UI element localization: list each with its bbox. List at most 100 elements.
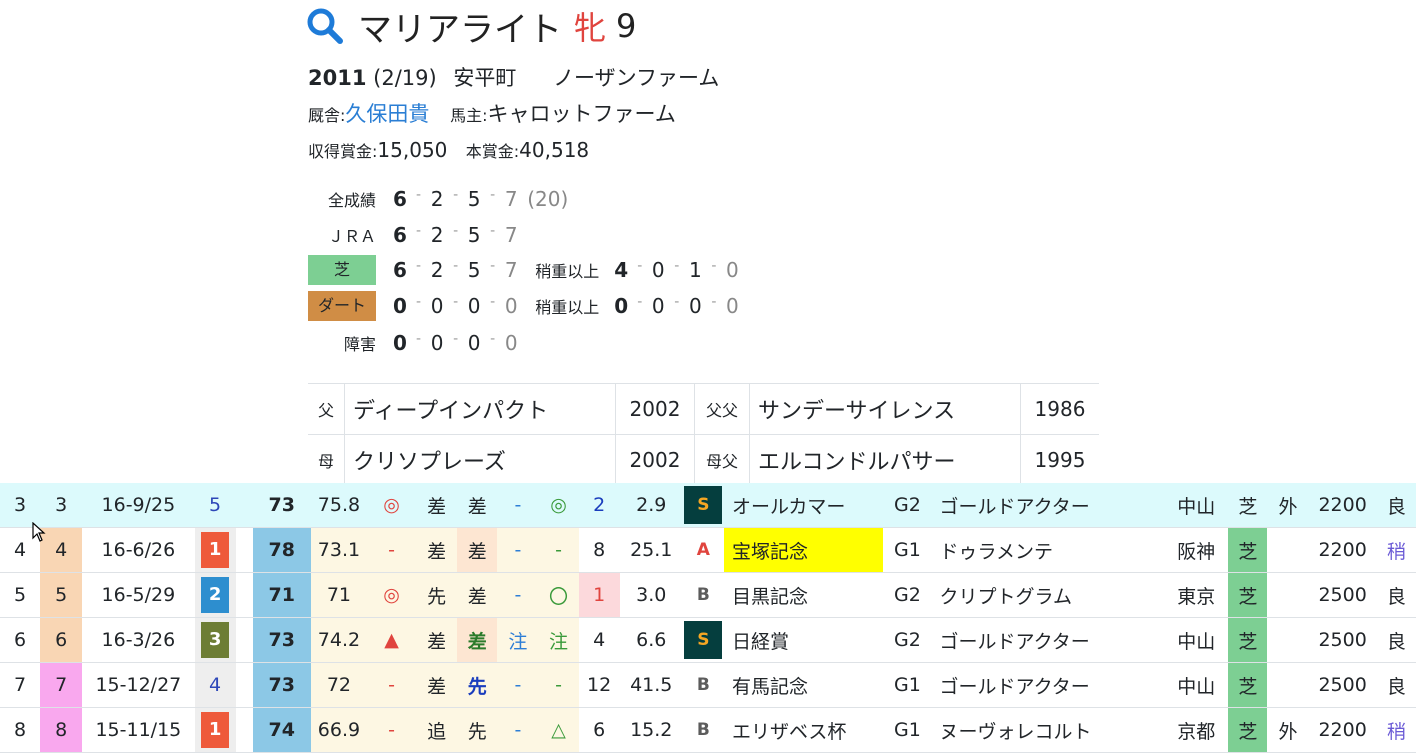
main-prize-label: 本賞金: [465, 142, 520, 161]
gate-number: 7 [40, 662, 83, 708]
owner-label: 馬主: [450, 106, 488, 125]
race-no: 8 [0, 707, 41, 753]
going: 稍 [1376, 707, 1416, 753]
record-num: 0 [726, 258, 739, 282]
gate-number: 8 [40, 707, 83, 753]
prize-info: 収得賞金:15,050 本賞金:40,518 [308, 138, 589, 162]
record-num: 0 [430, 331, 444, 355]
race-grade: G1 [883, 707, 932, 753]
mouse-cursor-icon [32, 522, 46, 542]
race-name-link[interactable]: 有馬記念 [723, 662, 884, 708]
spacer [235, 707, 253, 753]
record-num: 5 [467, 187, 481, 211]
speed-index: 74 [252, 707, 311, 753]
popularity: 1 [578, 572, 620, 618]
record-jra: ＪＲＡ 6- 2- 5- 7 [308, 219, 523, 251]
sire-name[interactable]: ディープインパクト [344, 383, 616, 435]
winner-link[interactable]: ドゥラメンテ [931, 527, 1165, 573]
finish-position: 2 [201, 577, 230, 613]
prediction-mark: ▲ [367, 617, 417, 663]
race-name-link[interactable]: オールカマー [723, 483, 884, 528]
score: 72 [310, 662, 367, 708]
speed-index: 73 [252, 483, 311, 528]
dam-year: 2002 [615, 434, 695, 485]
speed-index: 73 [252, 662, 311, 708]
dam-name[interactable]: クリソプレーズ [344, 434, 616, 485]
race-date: 15-12/27 [82, 662, 195, 708]
winner-link[interactable]: ゴールドアクター [931, 483, 1165, 528]
inner-outer [1267, 617, 1309, 663]
sire-sire-year: 1986 [1020, 383, 1099, 435]
course: 中山 [1164, 662, 1229, 708]
surface: 芝 [1228, 662, 1268, 708]
record-all: 全成績 6- 2- 5- 7 (20) [308, 183, 568, 215]
winner-link[interactable]: ゴールドアクター [931, 617, 1165, 663]
running-style-2: 差 [457, 617, 498, 663]
record-num: 0 [726, 294, 739, 318]
comment-2: - [538, 662, 579, 708]
race-grade: G2 [883, 617, 932, 663]
race-row[interactable]: 5 5 16-5/29 2 71 71 ◎ 先 差 - 〇 1 3.0 B 目黒… [0, 572, 1416, 618]
inner-outer [1267, 572, 1309, 618]
race-date: 15-11/15 [82, 707, 195, 753]
odds: 2.9 [619, 483, 683, 528]
comment-2: 〇 [538, 572, 579, 618]
odds: 3.0 [619, 572, 683, 618]
going: 良 [1376, 483, 1416, 528]
race-row[interactable]: 6 6 16-3/26 3 73 74.2 ▲ 差 差 注 注 4 6.6 S … [0, 617, 1416, 663]
race-date: 16-5/29 [82, 572, 195, 618]
race-row[interactable]: 7 7 15-12/27 4 73 72 - 差 先 - - 12 41.5 B… [0, 662, 1416, 708]
winner-link[interactable]: ヌーヴォレコルト [931, 707, 1165, 753]
odds: 41.5 [619, 662, 683, 708]
comment-2: △ [538, 707, 579, 753]
race-name-link[interactable]: 宝塚記念 [723, 527, 884, 573]
race-no: 7 [0, 662, 41, 708]
spacer [235, 483, 253, 528]
race-row[interactable]: 8 8 15-11/15 1 74 66.9 - 追 先 - △ 6 15.2 … [0, 707, 1416, 753]
turf-label: 芝 [308, 255, 376, 285]
horse-sex: 牝 [574, 9, 607, 47]
race-grade: G2 [883, 572, 932, 618]
trainer-link[interactable]: 久保田貴 [345, 102, 429, 126]
dam-sire-label: 母父 [694, 434, 750, 485]
record-num: 1 [688, 258, 702, 282]
comment-2: ◎ [538, 483, 579, 528]
horse-name: マリアライト [358, 9, 562, 50]
going: 良 [1376, 662, 1416, 708]
race-name-link[interactable]: 目黒記念 [723, 572, 884, 618]
comment-1: - [497, 572, 539, 618]
race-row[interactable]: 3 3 16-9/25 5 73 75.8 ◎ 差 差 - ◎ 2 2.9 S … [0, 483, 1416, 528]
odds: 6.6 [619, 617, 683, 663]
score: 74.2 [310, 617, 367, 663]
winner-link[interactable]: ゴールドアクター [931, 662, 1165, 708]
record-num: 7 [504, 187, 518, 211]
earned-prize-label: 収得賞金: [308, 142, 378, 161]
score: 66.9 [310, 707, 367, 753]
popularity: 4 [578, 617, 620, 663]
winner-link[interactable]: クリプトグラム [931, 572, 1165, 618]
race-row[interactable]: 4 4 16-6/26 1 78 73.1 - 差 差 - - 8 25.1 A… [0, 527, 1416, 573]
sire-sire-name[interactable]: サンデーサイレンス [749, 383, 1021, 435]
search-icon[interactable] [306, 7, 344, 45]
dam-sire-name[interactable]: エルコンドルパサー [749, 434, 1021, 485]
race-name-link[interactable]: 日経賞 [723, 617, 884, 663]
race-level-badge: A [696, 540, 710, 560]
comment-2: - [538, 527, 579, 573]
inner-outer [1267, 662, 1309, 708]
record-num: 0 [651, 258, 665, 282]
distance: 2200 [1308, 707, 1377, 753]
odds: 15.2 [619, 707, 683, 753]
popularity: 12 [578, 662, 620, 708]
race-name-link[interactable]: エリザベス杯 [723, 707, 884, 753]
race-level-badge: B [696, 720, 710, 740]
distance: 2200 [1308, 527, 1377, 573]
prediction-mark: ◎ [367, 572, 417, 618]
comment-1: 注 [497, 617, 539, 663]
record-num: 5 [467, 223, 481, 247]
trainer-label: 厩舎: [308, 106, 346, 125]
finish-position: 5 [194, 483, 236, 528]
prediction-mark: - [367, 527, 417, 573]
record-num: 6 [393, 187, 407, 211]
race-grade: G2 [883, 483, 932, 528]
earned-prize: 15,050 [377, 138, 448, 162]
